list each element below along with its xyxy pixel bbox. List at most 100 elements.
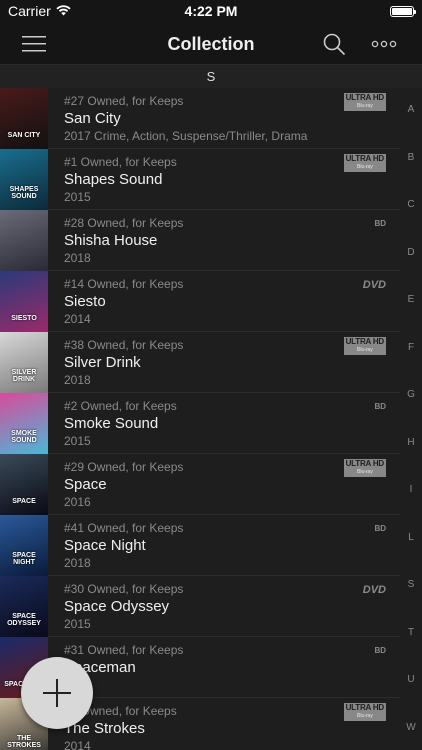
section-header: S bbox=[0, 65, 422, 88]
add-item-button[interactable] bbox=[21, 657, 93, 729]
index-letter[interactable]: C bbox=[400, 199, 422, 210]
collection-row[interactable]: SPACE NIGHT #41 Owned, for Keeps Space N… bbox=[0, 515, 400, 576]
item-subtitle: 2018 bbox=[64, 556, 91, 570]
cover-text: SILVER DRINK bbox=[11, 369, 37, 383]
item-title: Space Night bbox=[64, 537, 146, 554]
cover-text: SPACE ODYSSEY bbox=[7, 613, 41, 627]
item-title: Smoke Sound bbox=[64, 415, 159, 432]
index-letter[interactable]: D bbox=[400, 247, 422, 258]
wifi-icon bbox=[56, 3, 71, 19]
ultra-hd-icon: ULTRA HD Blu-ray bbox=[343, 337, 386, 355]
ultra-hd-icon: ULTRA HD Blu-ray bbox=[343, 93, 386, 111]
more-dots-icon bbox=[371, 40, 397, 47]
format-badge: BD bbox=[374, 522, 386, 536]
format-badge: ULTRA HD Blu-ray bbox=[343, 459, 386, 477]
cover-thumbnail: SMOKE SOUND bbox=[0, 393, 48, 454]
item-title: Shapes Sound bbox=[64, 171, 163, 188]
cover-thumbnail: SHAPES SOUND bbox=[0, 149, 48, 210]
index-letter[interactable]: T bbox=[400, 627, 422, 638]
item-title: Space bbox=[64, 476, 107, 493]
ultra-hd-icon: ULTRA HD Blu-ray bbox=[343, 154, 386, 172]
item-title: Space Odyssey bbox=[64, 598, 170, 615]
battery-icon bbox=[390, 5, 416, 17]
item-subtitle: 2018 bbox=[64, 251, 91, 265]
collection-row[interactable]: SMOKE SOUND #2 Owned, for Keeps Smoke So… bbox=[0, 393, 400, 454]
plus-icon bbox=[43, 679, 71, 707]
index-letter[interactable]: G bbox=[400, 389, 422, 400]
carrier-label: Carrier bbox=[8, 3, 51, 19]
item-subtitle: 2015 bbox=[64, 434, 91, 448]
cover-text: SPACE NIGHT bbox=[12, 552, 36, 566]
format-badge: BD bbox=[374, 217, 386, 231]
owned-meta: #31 Owned, for Keeps bbox=[64, 643, 184, 657]
owned-meta: #30 Owned, for Keeps bbox=[64, 582, 184, 596]
owned-meta: #38 Owned, for Keeps bbox=[64, 338, 184, 352]
item-title: Siesto bbox=[64, 293, 106, 310]
format-badge: ULTRA HD Blu-ray bbox=[343, 154, 386, 172]
cover-text: SIESTO bbox=[11, 315, 37, 322]
ultra-hd-icon: ULTRA HD Blu-ray bbox=[343, 459, 386, 477]
format-badge: ULTRA HD Blu-ray bbox=[343, 93, 386, 111]
collection-row[interactable]: SPACE #29 Owned, for Keeps Space 2016 UL… bbox=[0, 454, 400, 515]
collection-row[interactable]: SHAPES SOUND #1 Owned, for Keeps Shapes … bbox=[0, 149, 400, 210]
more-button[interactable] bbox=[362, 22, 406, 65]
format-badge: DVD bbox=[363, 278, 386, 292]
item-subtitle: 2014 bbox=[64, 739, 91, 750]
cover-thumbnail: SIESTO bbox=[0, 271, 48, 332]
collection-row[interactable]: #28 Owned, for Keeps Shisha House 2018 B… bbox=[0, 210, 400, 271]
cover-thumbnail: SILVER DRINK bbox=[0, 332, 48, 393]
owned-meta: #29 Owned, for Keeps bbox=[64, 460, 184, 474]
cover-thumbnail bbox=[0, 210, 48, 271]
index-letter[interactable]: F bbox=[400, 342, 422, 353]
alphabet-index[interactable]: A B C D E F G H I L S T U W bbox=[400, 88, 422, 738]
item-subtitle: 2017 Crime, Action, Suspense/Thriller, D… bbox=[64, 129, 308, 143]
item-subtitle: 2014 bbox=[64, 312, 91, 326]
item-subtitle: 2015 bbox=[64, 617, 91, 631]
cover-thumbnail: SPACE ODYSSEY bbox=[0, 576, 48, 637]
collection-row[interactable]: SPACE ODYSSEY #30 Owned, for Keeps Space… bbox=[0, 576, 400, 637]
index-letter[interactable]: H bbox=[400, 437, 422, 448]
format-badge: BD bbox=[374, 400, 386, 414]
search-icon bbox=[323, 33, 346, 55]
owned-meta: #14 Owned, for Keeps bbox=[64, 277, 184, 291]
collection-row[interactable]: SAN CITY #27 Owned, for Keeps San City 2… bbox=[0, 88, 400, 149]
status-bar: Carrier 4:22 PM bbox=[0, 0, 422, 22]
collection-row[interactable]: SILVER DRINK #38 Owned, for Keeps Silver… bbox=[0, 332, 400, 393]
dvd-icon: DVD bbox=[362, 279, 386, 291]
index-letter[interactable]: W bbox=[400, 722, 422, 733]
nav-bar: Collection bbox=[0, 22, 422, 65]
item-title: Shisha House bbox=[64, 232, 158, 249]
bluray-icon: BD bbox=[374, 402, 386, 411]
index-letter[interactable]: L bbox=[400, 532, 422, 543]
owned-meta: #2 Owned, for Keeps bbox=[64, 399, 177, 413]
bluray-icon: BD bbox=[374, 219, 386, 228]
collection-list: SAN CITY #27 Owned, for Keeps San City 2… bbox=[0, 88, 400, 750]
owned-meta: #41 Owned, for Keeps bbox=[64, 521, 184, 535]
page-title: Collection bbox=[167, 34, 255, 54]
index-letter[interactable]: B bbox=[400, 152, 422, 163]
index-letter[interactable]: U bbox=[400, 674, 422, 685]
index-letter[interactable]: E bbox=[400, 294, 422, 305]
cover-text: SHAPES SOUND bbox=[9, 186, 39, 200]
cover-thumbnail: SPACE bbox=[0, 454, 48, 515]
ultra-hd-icon: ULTRA HD Blu-ray bbox=[343, 703, 386, 721]
item-title: Silver Drink bbox=[64, 354, 141, 371]
search-button[interactable] bbox=[312, 22, 356, 65]
index-letter[interactable]: I bbox=[400, 484, 422, 495]
index-letter[interactable]: S bbox=[400, 579, 422, 590]
format-badge: ULTRA HD Blu-ray bbox=[343, 703, 386, 721]
cover-thumbnail: SAN CITY bbox=[0, 88, 48, 149]
status-left: Carrier bbox=[8, 3, 71, 19]
item-subtitle: 2016 bbox=[64, 495, 91, 509]
cover-text: SPACE bbox=[12, 498, 36, 505]
format-badge: ULTRA HD Blu-ray bbox=[343, 337, 386, 355]
owned-meta: #1 Owned, for Keeps bbox=[64, 155, 177, 169]
owned-meta: #27 Owned, for Keeps bbox=[64, 94, 184, 108]
bluray-icon: BD bbox=[374, 646, 386, 655]
collection-row[interactable]: SIESTO #14 Owned, for Keeps Siesto 2014 … bbox=[0, 271, 400, 332]
cover-text: THE STROKES bbox=[7, 735, 41, 749]
index-letter[interactable]: A bbox=[400, 104, 422, 115]
cover-text: SMOKE SOUND bbox=[11, 430, 37, 444]
item-title: San City bbox=[64, 110, 121, 127]
format-badge: BD bbox=[374, 644, 386, 658]
